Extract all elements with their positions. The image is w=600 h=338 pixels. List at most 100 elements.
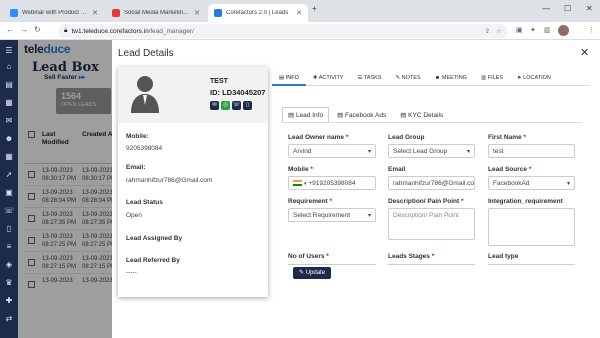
menu-kebab-icon[interactable]: ⋮ (588, 26, 595, 34)
lead-owner-select[interactable]: Arvind ▾ (288, 144, 376, 158)
tab-files[interactable]: ▥ FILES (474, 70, 510, 86)
browser-tab-social-media[interactable]: Social Media Marketing and M... ✕ (106, 4, 206, 22)
tab-title: Social Media Marketing and M... (124, 10, 190, 16)
owner-value: Arvind (293, 148, 312, 155)
browser-tab-webinar[interactable]: Webinar with Product Manage... ✕ (4, 4, 104, 22)
phone-icon[interactable]: ☏ (4, 206, 14, 216)
mobile-input[interactable]: ▾ +919205398084 (288, 176, 376, 190)
trophy-icon[interactable]: ♛ (4, 278, 14, 288)
tab-meeting[interactable]: ☻ MEETING (428, 70, 474, 86)
close-icon[interactable]: ✕ (580, 46, 589, 59)
sidepanel-icon[interactable]: ▥ (544, 26, 551, 34)
stages-label: Leads Stages * (388, 253, 435, 260)
extension-icon[interactable]: ▣ (516, 26, 523, 34)
tab-label: FILES (487, 75, 503, 81)
share-icon[interactable]: ⇪ (485, 27, 490, 35)
url-host: tw1.teleduce.corefactors.in (71, 27, 149, 35)
pain-label-text: Description/ Pain Point (388, 198, 460, 205)
tag-icon[interactable]: ◈ (4, 260, 14, 270)
lead-referred-by-value: ----- (126, 269, 137, 276)
users-input[interactable] (288, 264, 376, 265)
calendar-icon[interactable]: ▣ (4, 188, 14, 198)
tab-activity[interactable]: ✚ ACTIVITY (306, 70, 351, 86)
home-icon[interactable]: ⌂ (4, 62, 14, 72)
sidebar: ☰ ⌂ ▤ ▦ ✉ ☻ ▦ ➚ ▣ ☏ ▯ ≡ ◈ ♛ ✚ ⇄ (0, 40, 18, 338)
rocket-icon[interactable]: ➚ (4, 170, 14, 180)
integration-requirement-textarea[interactable] (488, 208, 575, 246)
subtab-facebook-ads[interactable]: ▤ Facebook Ads (331, 107, 392, 123)
app-viewport: ☰ ⌂ ▤ ▦ ✉ ☻ ▦ ➚ ▣ ☏ ▯ ≡ ◈ ♛ ✚ ⇄ teleduce… (0, 40, 600, 338)
megaphone-icon[interactable]: ✉ (4, 116, 14, 126)
url-input[interactable]: 🔒︎ tw1.teleduce.corefactors.in/lead_mana… (58, 24, 508, 38)
lock-icon: 🔒︎ (64, 27, 68, 34)
tab-title: Webinar with Product Manage... (22, 10, 89, 16)
pain-point-textarea[interactable]: Description/ Pain Point (388, 208, 475, 240)
lead-profile-card: TEST ID: LD34045207 ✉ ◎ ☏ ▯ Mobile: 9205… (118, 67, 268, 297)
phone-icon[interactable]: ☏ (232, 101, 241, 110)
mobile-icon[interactable]: ▯ (4, 224, 14, 234)
modal-backdrop[interactable] (18, 40, 112, 338)
pain-point-label: Description/ Pain Point * (388, 198, 464, 205)
tab-label: NOTES (401, 75, 421, 81)
first-name-input[interactable]: test (488, 144, 575, 158)
puzzle-icon[interactable]: ✚ (4, 296, 14, 306)
puzzle-icon[interactable]: ✦ (530, 26, 536, 34)
tab-notes[interactable]: ✎ NOTES (388, 70, 427, 86)
inbox-icon[interactable]: ▤ (4, 80, 14, 90)
maximize-icon[interactable]: ☐ (564, 4, 571, 13)
whatsapp-icon[interactable]: ◎ (221, 101, 230, 110)
lead-status-value: Open (126, 212, 142, 219)
lead-group-label: Lead Group (388, 134, 425, 141)
browser-address-bar: ← → ↻ 🔒︎ tw1.teleduce.corefactors.in/lea… (0, 22, 600, 40)
subtab-kyc-details[interactable]: ▤ KYC Details (394, 107, 449, 123)
browser-tab-corefactors[interactable]: Corefactors 2.0 | Leads ✕ (208, 4, 308, 22)
subtab-divider (282, 122, 582, 123)
new-tab-icon[interactable]: + (312, 4, 317, 13)
email-input[interactable]: rahmanhifzur786@Gmail.co (388, 176, 475, 190)
profile-avatar[interactable] (558, 25, 569, 36)
tab-info[interactable]: ▤ INFO (272, 70, 306, 86)
sms-icon[interactable]: ▯ (243, 101, 252, 110)
users-icon[interactable]: ☻ (4, 134, 14, 144)
grid-icon[interactable]: ▦ (4, 152, 14, 162)
close-icon[interactable]: ✕ (296, 9, 302, 17)
close-window-icon[interactable]: ✕ (586, 4, 593, 13)
close-icon[interactable]: ✕ (92, 9, 98, 17)
mobile-label: Mobile * (288, 166, 313, 173)
zoom-favicon-icon (10, 9, 18, 17)
bookmark-star-icon[interactable]: ☆ (496, 27, 502, 35)
dropdown-caret-icon[interactable]: ▾ (304, 181, 307, 187)
shuffle-icon[interactable]: ⇄ (4, 314, 14, 324)
lead-type-label: Lead type (488, 253, 519, 260)
update-button[interactable]: ✎ Update (293, 267, 332, 279)
back-icon[interactable]: ← (6, 25, 14, 34)
lead-type-input[interactable] (488, 264, 575, 265)
chat-icon[interactable]: ✉ (210, 101, 219, 110)
file-icon: ▤ (288, 112, 296, 119)
meeting-icon: ☻ (434, 75, 442, 81)
tab-location[interactable]: ➤ LOCATION (510, 70, 558, 86)
lead-group-select[interactable]: Select Lead Group ▾ (388, 144, 475, 158)
tab-tasks[interactable]: ☰ TASKS (350, 70, 388, 86)
files-icon: ▥ (480, 75, 488, 81)
lead-source-select[interactable]: FacebookAd ▾ (488, 176, 575, 190)
reload-icon[interactable]: ↻ (34, 25, 41, 34)
hamburger-icon[interactable]: ☰ (4, 46, 14, 56)
url-path: /lead_manager/ (148, 27, 194, 35)
forward-icon[interactable]: → (20, 25, 28, 34)
gmail-favicon-icon (112, 9, 120, 17)
mobile-label-text: Mobile (288, 166, 309, 173)
requirement-value: Select Requirement (293, 212, 351, 219)
close-icon[interactable]: ✕ (194, 9, 200, 17)
lead-referred-by-label: Lead Referred By (126, 257, 180, 264)
minimize-icon[interactable]: — (542, 4, 550, 13)
stages-input[interactable] (388, 264, 475, 265)
subtab-lead-info[interactable]: ▤ Lead Info (282, 107, 330, 123)
contacts-icon[interactable]: ▦ (4, 98, 14, 108)
tab-label: ACTIVITY (318, 75, 344, 81)
detail-tabs: ▤ INFO ✚ ACTIVITY ☰ TASKS ✎ NOTES ☻ MEET… (272, 70, 590, 86)
requirement-select[interactable]: Select Requirement ▾ (288, 208, 376, 222)
list-icon[interactable]: ≡ (4, 242, 14, 252)
avatar-placeholder-icon (131, 76, 159, 113)
email-value: rahmanhifzur786@Gmail.com (126, 177, 213, 184)
